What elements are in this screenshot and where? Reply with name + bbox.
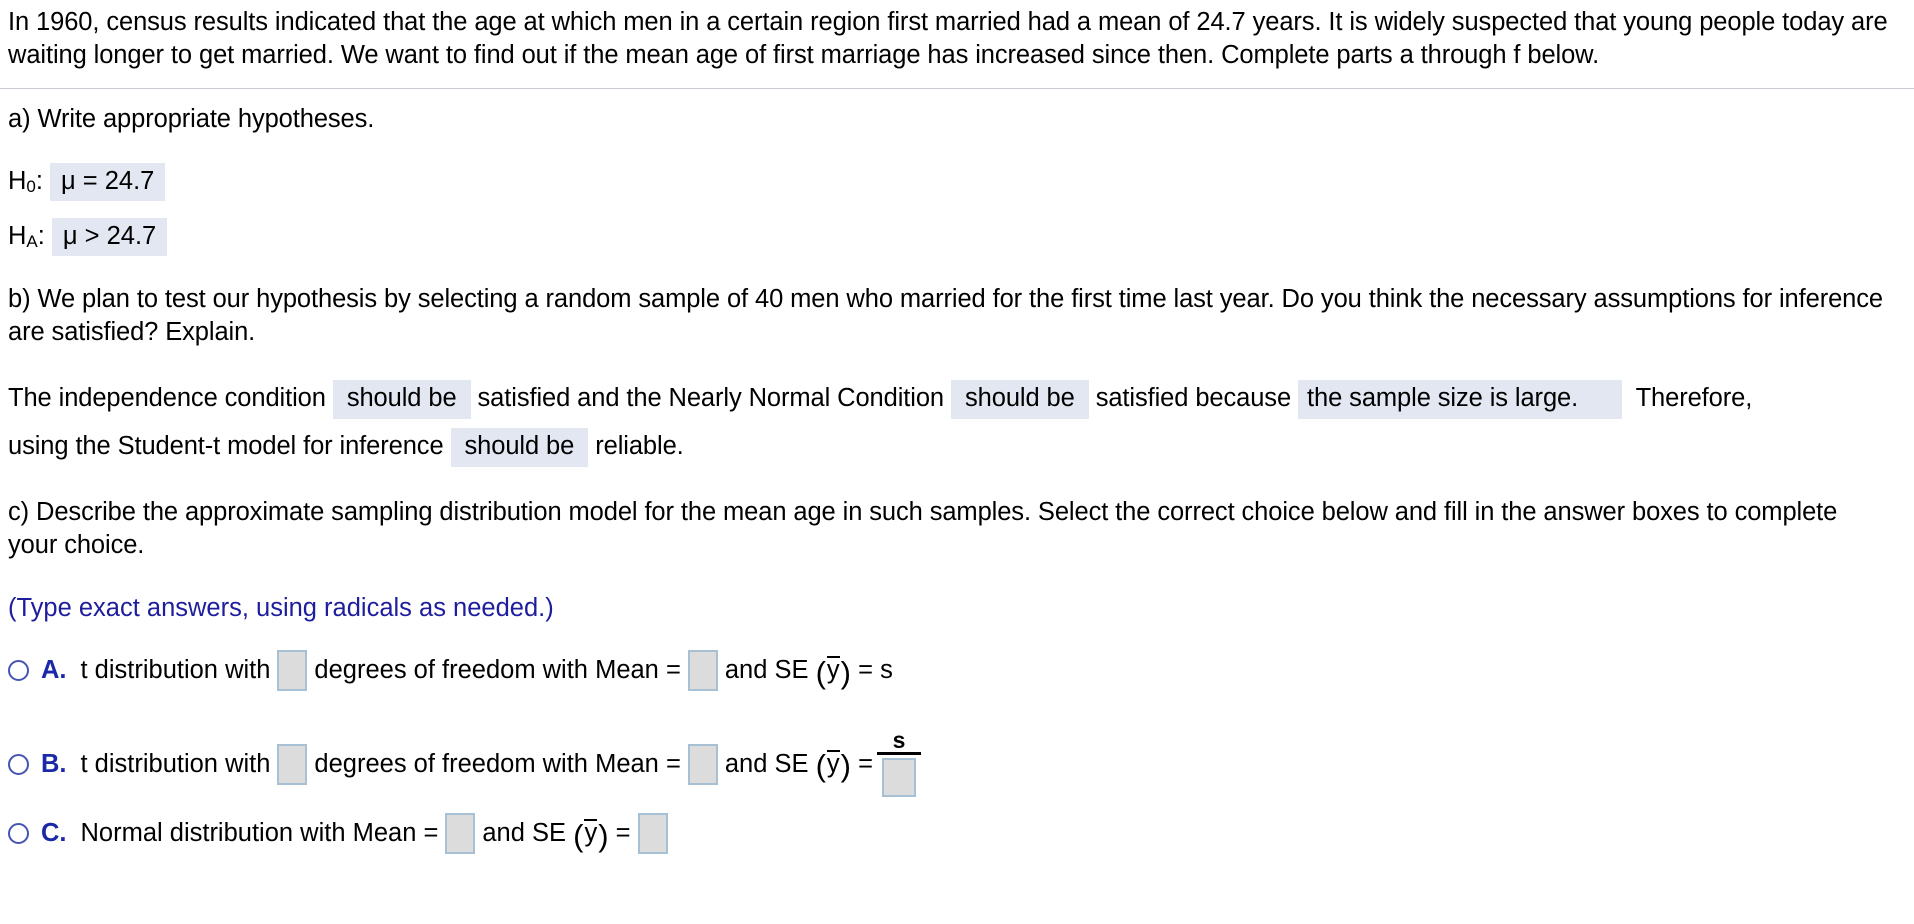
choice-c-se-input[interactable] xyxy=(637,813,668,854)
null-hypothesis-answer[interactable]: μ = 24.7 xyxy=(49,163,166,201)
section-divider xyxy=(0,88,1914,89)
choice-c-body: Normal distribution with Mean = and SE (… xyxy=(81,813,675,854)
choice-a-text-seg-3: and SE xyxy=(724,656,809,684)
radio-button-c[interactable] xyxy=(8,823,29,844)
alt-hypothesis-subscript: A xyxy=(26,232,38,251)
choice-b-df-input[interactable] xyxy=(277,743,308,785)
choice-b-text-seg-1: t distribution with xyxy=(80,749,271,778)
choice-a-mean-input[interactable] xyxy=(687,650,718,691)
part-b-text-seg-4: Therefore, xyxy=(1635,384,1753,412)
choice-a-overbar xyxy=(826,656,840,658)
nearly-normal-condition-dropdown[interactable]: should be xyxy=(951,380,1089,419)
part-b-text-seg-6: reliable. xyxy=(595,432,684,460)
null-hypothesis-label: H0: xyxy=(8,167,43,196)
choice-c-text-seg-1: Normal distribution with Mean = xyxy=(80,819,439,847)
choice-c-mean-input[interactable] xyxy=(445,813,476,854)
choice-c-text-seg-3: = xyxy=(615,819,631,847)
problem-page: In 1960, census results indicated that t… xyxy=(0,0,1914,924)
student-t-reliability-dropdown[interactable]: should be xyxy=(450,428,589,467)
choice-c-letter: C. xyxy=(41,819,67,847)
alt-hypothesis-row: HA: μ > 24.7 xyxy=(8,218,168,256)
radio-button-b[interactable] xyxy=(8,753,29,775)
choice-b-mean-input[interactable] xyxy=(687,743,718,785)
part-b-text-seg-5: using the Student-t model for inference xyxy=(8,432,444,460)
independence-condition-dropdown[interactable]: should be xyxy=(332,380,471,419)
reason-dropdown[interactable]: the sample size is large. xyxy=(1298,380,1623,419)
choice-b-var: y xyxy=(826,749,840,778)
choice-c[interactable]: C. Normal distribution with Mean = and S… xyxy=(8,813,675,854)
null-hypothesis-subscript: 0 xyxy=(26,177,36,196)
choice-b-fraction-numerator: s xyxy=(892,727,906,753)
choice-c-ybar: y xyxy=(583,819,598,848)
part-b-answer-line-1: The independence condition should be sat… xyxy=(8,380,1752,419)
alt-hypothesis-label: HA: xyxy=(8,222,45,251)
part-b-text-seg-2: satisfied and the Nearly Normal Conditio… xyxy=(477,384,945,412)
choice-b-letter: B. xyxy=(41,749,67,778)
radio-button-a[interactable] xyxy=(8,660,29,681)
choice-c-overbar xyxy=(584,819,598,821)
choice-b-fraction-denominator xyxy=(882,758,916,797)
alt-hypothesis-answer[interactable]: μ > 24.7 xyxy=(51,218,168,256)
choice-b-se-fraction: s xyxy=(877,729,921,797)
part-b-text-seg-1: The independence condition xyxy=(8,384,326,412)
choice-a-body: t distribution with degrees of freedom w… xyxy=(81,650,893,691)
choice-b-overbar xyxy=(826,749,840,752)
problem-intro: In 1960, census results indicated that t… xyxy=(8,8,1888,69)
alt-hypothesis-colon: : xyxy=(37,222,45,250)
choice-a[interactable]: A. t distribution with degrees of freedo… xyxy=(8,650,893,691)
choice-b-fraction-bar xyxy=(877,752,921,755)
part-b-text-seg-3: satisfied because xyxy=(1095,384,1292,412)
choice-a-ybar: y xyxy=(826,656,841,685)
choice-b-text-seg-3: and SE xyxy=(724,749,809,778)
choice-a-text-seg-2: degrees of freedom with Mean = xyxy=(314,656,681,684)
choice-a-var: y xyxy=(826,656,840,684)
choice-a-text-seg-1: t distribution with xyxy=(80,656,271,684)
null-hypothesis-row: H0: μ = 24.7 xyxy=(8,163,166,201)
choice-b-se-input[interactable] xyxy=(882,758,916,797)
choice-a-df-input[interactable] xyxy=(277,650,308,691)
part-c-prompt: c) Describe the approximate sampling dis… xyxy=(8,498,1838,559)
choice-b-body: t distribution with degrees of freedom w… xyxy=(80,729,926,798)
part-c-hint: (Type exact answers, using radicals as n… xyxy=(8,594,554,622)
choice-a-letter: A. xyxy=(41,656,67,684)
choice-b-ybar: y xyxy=(826,749,841,779)
choice-b[interactable]: B. t distribution with degrees of freedo… xyxy=(8,729,926,798)
choice-c-var: y xyxy=(584,819,598,847)
part-a-prompt: a) Write appropriate hypotheses. xyxy=(8,105,375,133)
part-b-prompt: b) We plan to test our hypothesis by sel… xyxy=(8,285,1883,346)
choice-b-text-seg-2: degrees of freedom with Mean = xyxy=(314,749,681,778)
part-b-answer-line-2: using the Student-t model for inference … xyxy=(8,428,684,467)
choice-a-text-seg-4: = s xyxy=(858,656,893,684)
choice-b-text-seg-4: = xyxy=(858,749,873,778)
choice-c-text-seg-2: and SE xyxy=(482,819,567,847)
null-hypothesis-colon: : xyxy=(35,167,43,195)
